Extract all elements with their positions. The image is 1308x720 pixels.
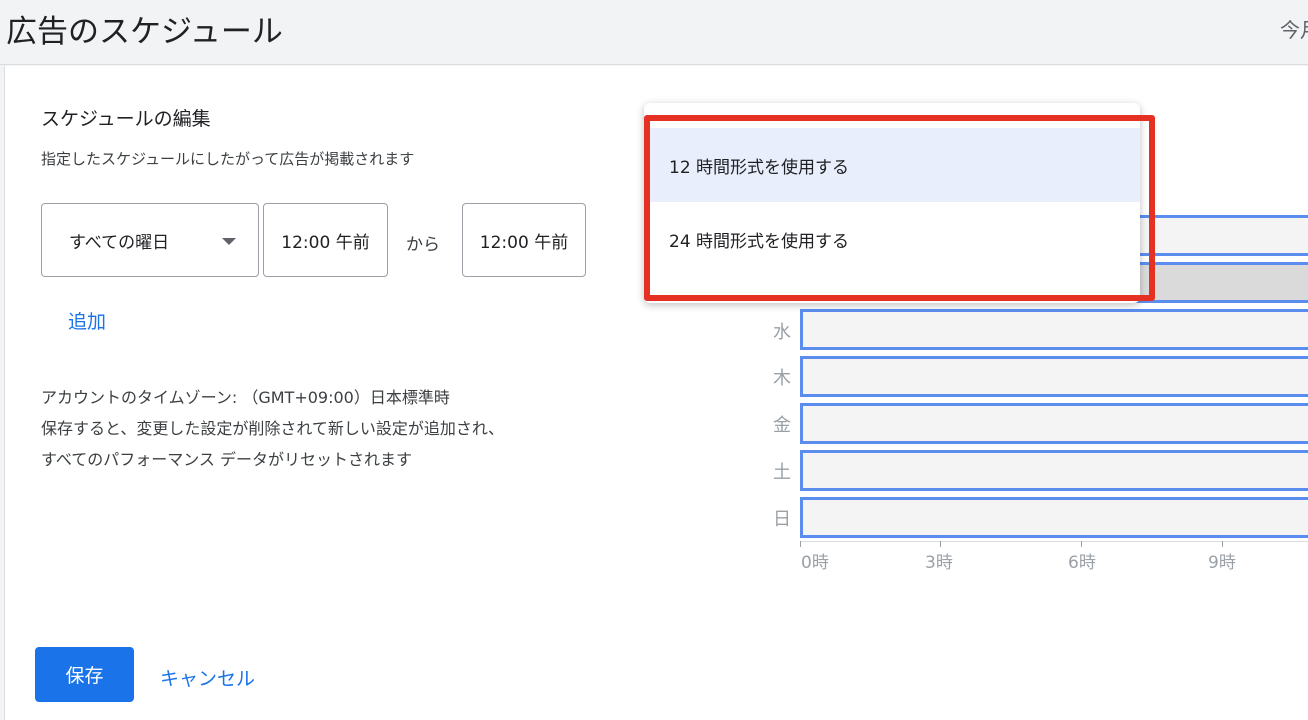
day-row[interactable] <box>800 309 1308 350</box>
date-range-selector[interactable]: 今月 <box>1280 14 1308 43</box>
start-time-value: 12:00 午前 <box>281 232 370 253</box>
timezone-text: アカウントのタイムゾーン: （GMT+09:00）日本標準時 <box>41 388 450 407</box>
warning-text-line1: 保存すると、変更した設定が削除されて新しい設定が追加され、 <box>41 419 505 438</box>
day-row[interactable] <box>800 403 1308 444</box>
end-time-value: 12:00 午前 <box>479 232 569 253</box>
page-title: 広告のスケジュール <box>6 14 283 50</box>
day-select-value: すべての曜日 <box>69 232 170 253</box>
hour-tick <box>1081 541 1082 547</box>
day-label: 日 <box>773 509 791 530</box>
day-label: 水 <box>773 322 791 343</box>
hour-tick <box>1222 541 1223 547</box>
hour-tick <box>940 541 941 547</box>
menu-item-12-hour[interactable]: 12 時間形式を使用する <box>644 128 1140 202</box>
day-label: 土 <box>773 462 791 483</box>
add-button[interactable]: 追加 <box>68 307 106 334</box>
cancel-button[interactable]: キャンセル <box>160 664 255 691</box>
day-row[interactable] <box>800 356 1308 397</box>
editor-title: スケジュールの編集 <box>41 108 211 130</box>
day-select[interactable]: すべての曜日 <box>41 203 259 277</box>
page-header: 広告のスケジュール 今月 <box>0 0 1308 65</box>
start-time-field[interactable]: 12:00 午前 <box>263 203 388 277</box>
day-label: 木 <box>773 368 791 389</box>
editor-subtitle: 指定したスケジュールにしたがって広告が掲載されます <box>41 150 415 168</box>
hour-axis <box>800 541 1308 542</box>
menu-item-24-hour[interactable]: 24 時間形式を使用する <box>644 202 1140 276</box>
from-label: から <box>406 235 440 255</box>
time-format-menu: 12 時間形式を使用する 24 時間形式を使用する <box>644 103 1140 303</box>
day-row[interactable] <box>800 497 1308 538</box>
warning-text-line2: すべてのパフォーマンス データがリセットされます <box>41 450 413 469</box>
hour-tick <box>800 541 801 547</box>
hour-tick-label: 3時 <box>925 553 953 573</box>
hour-tick-label: 9時 <box>1208 553 1236 573</box>
day-label: 金 <box>773 415 791 436</box>
end-time-field[interactable]: 12:00 午前 <box>462 203 586 277</box>
day-row[interactable] <box>800 450 1308 491</box>
dropdown-arrow-icon <box>222 238 236 245</box>
hour-tick-label: 6時 <box>1068 553 1096 573</box>
hour-tick-label: 0時 <box>801 553 829 573</box>
save-button[interactable]: 保存 <box>35 647 134 702</box>
